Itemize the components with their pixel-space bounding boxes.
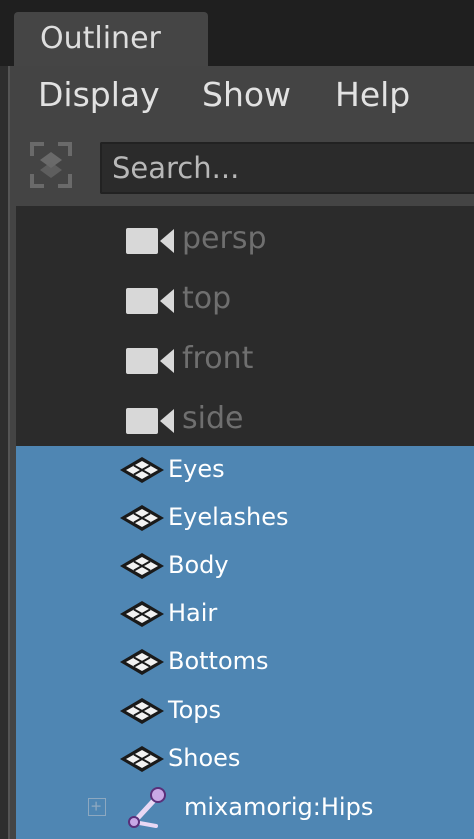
menu-display[interactable]: Display	[38, 74, 160, 116]
outliner-window: Outliner Display Show Help Search... per…	[0, 0, 474, 839]
tab-outliner[interactable]: Outliner	[14, 12, 208, 66]
list-item-label: Eyes	[168, 455, 225, 483]
search-input[interactable]	[102, 144, 474, 192]
mesh-icon	[120, 553, 164, 579]
list-item-top[interactable]: top	[16, 270, 474, 330]
list-item-label: Eyelashes	[168, 503, 289, 531]
list-item-body[interactable]: Body	[16, 542, 474, 590]
list-item-shoes[interactable]: Shoes	[16, 735, 474, 783]
list-item-tops[interactable]: Tops	[16, 687, 474, 735]
list-item-label: side	[182, 401, 244, 436]
camera-icon	[126, 288, 174, 314]
list-item-label: persp	[182, 221, 267, 256]
mesh-icon	[120, 505, 164, 531]
camera-icon	[126, 408, 174, 434]
selection-highlight: Eyes Eyelashes Body Hair Bottoms Tops Sh…	[16, 446, 474, 839]
search-row	[8, 130, 474, 200]
list-item-persp[interactable]: persp	[16, 210, 474, 270]
list-item-eyelashes[interactable]: Eyelashes	[16, 494, 474, 542]
list-item-front[interactable]: front	[16, 330, 474, 390]
list-item-side[interactable]: side	[16, 390, 474, 450]
list-item-label: top	[182, 281, 232, 316]
list-item-label: front	[182, 341, 254, 376]
mesh-icon	[120, 649, 164, 675]
list-item-label: Tops	[168, 696, 222, 724]
menu-show[interactable]: Show	[202, 74, 291, 116]
list-item-label: Body	[168, 551, 229, 579]
mesh-icon	[120, 457, 164, 483]
list-item-label: mixamorig:Hips	[184, 793, 374, 821]
camera-icon	[126, 228, 174, 254]
search-field-wrapper	[100, 142, 474, 194]
list-item-eyes[interactable]: Eyes	[16, 446, 474, 494]
mesh-icon	[120, 746, 164, 772]
camera-icon	[126, 348, 174, 374]
mesh-icon	[120, 601, 164, 627]
list-item-label: Bottoms	[168, 647, 269, 675]
list-item-label: Hair	[168, 599, 218, 627]
list-item-mixamorig-hips[interactable]: mixamorig:Hips	[16, 784, 474, 832]
filter-icon[interactable]	[28, 140, 74, 190]
menu-bar: Display Show Help	[8, 66, 474, 126]
expand-plus-icon[interactable]	[88, 798, 106, 816]
list-item-hair[interactable]: Hair	[16, 590, 474, 638]
list-item-bottoms[interactable]: Bottoms	[16, 638, 474, 686]
list-item-label: Shoes	[168, 744, 241, 772]
mesh-icon	[120, 698, 164, 724]
tab-bar: Outliner	[0, 0, 474, 66]
joint-icon	[128, 787, 166, 828]
menu-help[interactable]: Help	[335, 74, 410, 116]
